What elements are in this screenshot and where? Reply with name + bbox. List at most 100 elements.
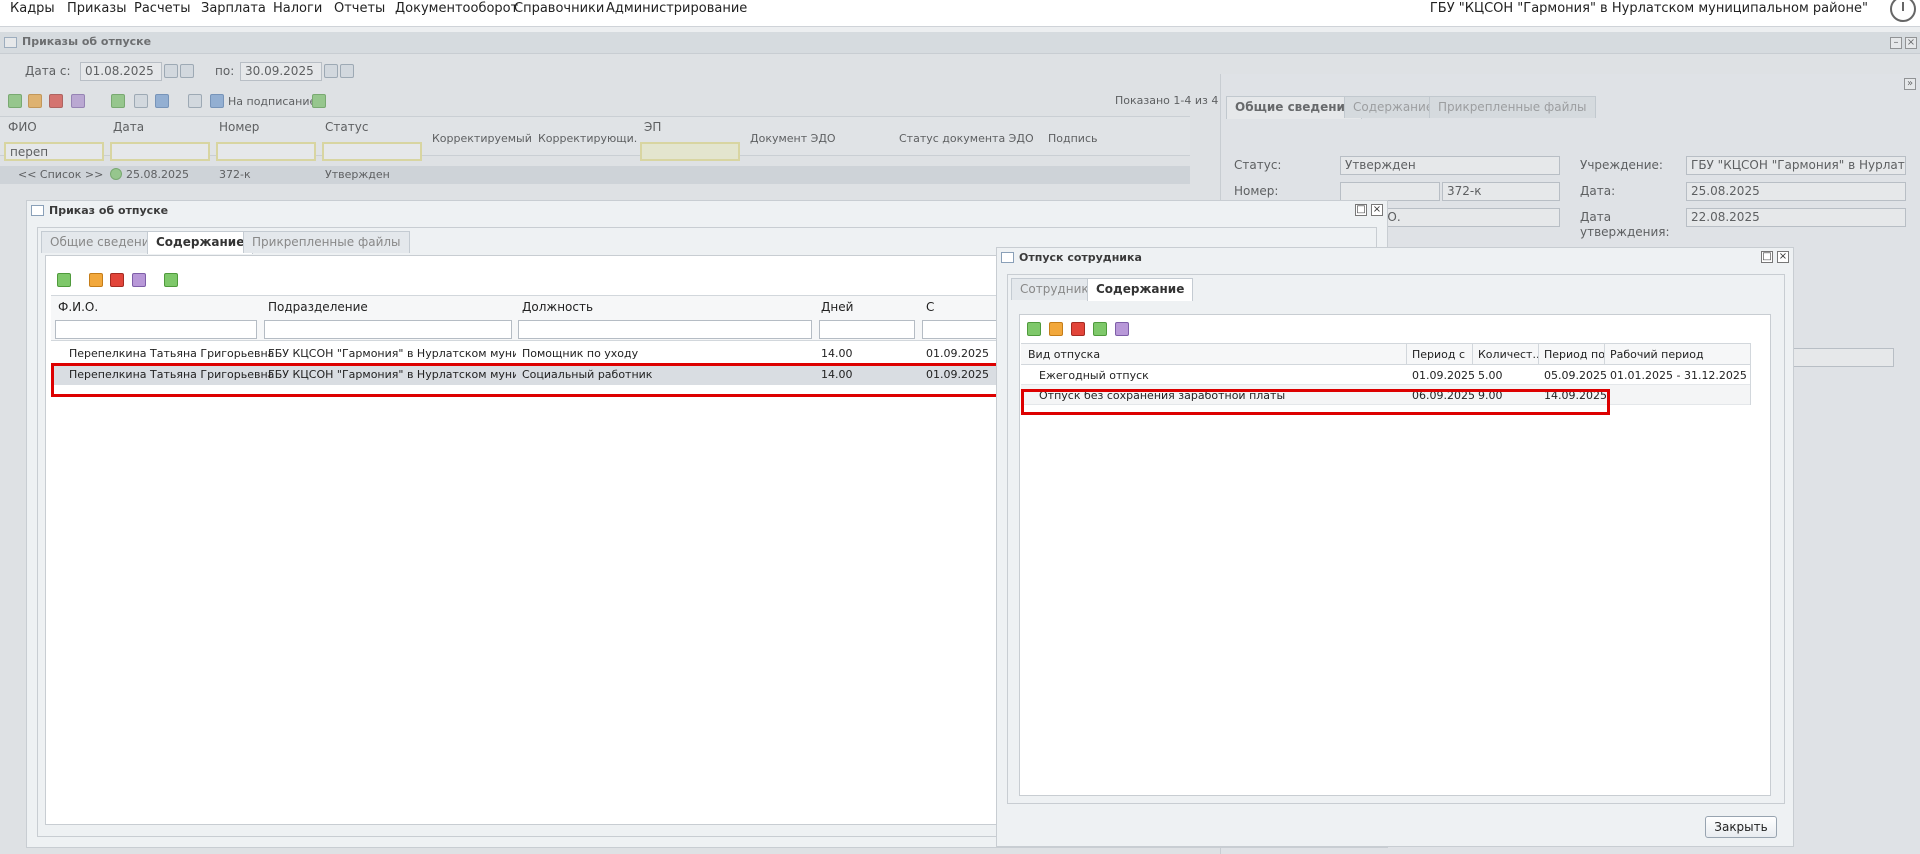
mail-icon[interactable] bbox=[134, 94, 148, 108]
calendar-icon[interactable] bbox=[164, 64, 178, 78]
close-button[interactable]: Закрыть bbox=[1705, 816, 1777, 838]
col-days[interactable]: Дней bbox=[821, 300, 853, 315]
sign-button[interactable]: На подписание bbox=[228, 94, 316, 109]
row-period-from: 06.09.2025 bbox=[1412, 389, 1475, 402]
tab-order-files[interactable]: Прикрепленные файлы bbox=[243, 231, 410, 253]
maximize-icon[interactable]: □ bbox=[1761, 251, 1773, 263]
col-edo-doc[interactable]: Документ ЭДО bbox=[750, 131, 836, 146]
row-period-to: 05.09.2025 bbox=[1544, 369, 1607, 382]
date-field: 25.08.2025 bbox=[1686, 182, 1906, 201]
close-icon[interactable]: × bbox=[1905, 37, 1917, 49]
add-icon[interactable] bbox=[57, 273, 71, 287]
fio-filter-input[interactable]: переп bbox=[4, 142, 104, 161]
fio-filter-input[interactable] bbox=[55, 320, 257, 339]
col-position[interactable]: Должность bbox=[522, 300, 593, 315]
department-filter-input[interactable] bbox=[264, 320, 512, 339]
edit-icon[interactable] bbox=[28, 94, 42, 108]
col-ep[interactable]: ЭП bbox=[644, 120, 661, 135]
date-to-field[interactable]: 30.09.2025 bbox=[240, 62, 322, 81]
menu-item-taxes[interactable]: Налоги bbox=[273, 0, 322, 17]
menu-item-references[interactable]: Справочники bbox=[514, 0, 604, 17]
row-period-to: 14.09.2025 bbox=[1544, 389, 1607, 402]
tab-detail-general[interactable]: Общие сведения bbox=[1226, 96, 1362, 119]
position-filter-input[interactable] bbox=[518, 320, 812, 339]
clock-icon[interactable] bbox=[1890, 0, 1916, 22]
date-filter-input[interactable] bbox=[110, 142, 210, 161]
col-work-period[interactable]: Рабочий период bbox=[1610, 347, 1704, 362]
settings-icon[interactable] bbox=[71, 94, 85, 108]
close-icon[interactable]: × bbox=[1371, 204, 1383, 216]
col-count[interactable]: Количест... bbox=[1478, 347, 1538, 362]
calendar-icon[interactable] bbox=[324, 64, 338, 78]
date-from-field[interactable]: 01.08.2025 bbox=[80, 62, 162, 81]
sign-icon[interactable] bbox=[210, 94, 224, 108]
menu-item-orders[interactable]: Приказы bbox=[67, 0, 126, 17]
col-corrected[interactable]: Корректируемый... bbox=[432, 131, 532, 146]
print-icon[interactable] bbox=[155, 94, 169, 108]
approve-icon[interactable] bbox=[111, 94, 125, 108]
number-filter-input[interactable] bbox=[216, 142, 316, 161]
approve-date-field: 22.08.2025 bbox=[1686, 208, 1906, 227]
col-fio[interactable]: ФИО bbox=[8, 120, 37, 135]
row-position: Помощник по уходу bbox=[522, 347, 639, 360]
edit-icon[interactable] bbox=[1049, 322, 1063, 336]
refresh-icon[interactable] bbox=[164, 273, 178, 287]
refresh-icon[interactable] bbox=[312, 94, 326, 108]
tab-order-content[interactable]: Содержание bbox=[147, 231, 254, 254]
menu-item-salary[interactable]: Зарплата bbox=[201, 0, 266, 17]
col-fio[interactable]: Ф.И.О. bbox=[58, 300, 98, 315]
edit-icon[interactable] bbox=[89, 273, 103, 287]
calendar-icon[interactable] bbox=[180, 64, 194, 78]
col-correcting[interactable]: Корректирующи... bbox=[538, 131, 638, 146]
refresh-icon[interactable] bbox=[1093, 322, 1107, 336]
col-from[interactable]: С bbox=[926, 300, 934, 315]
menu-item-admin[interactable]: Администрирование bbox=[606, 0, 747, 17]
col-date[interactable]: Дата bbox=[113, 120, 144, 135]
settings-icon[interactable] bbox=[1115, 322, 1129, 336]
minimize-icon[interactable]: – bbox=[1890, 37, 1902, 49]
menu-item-reports[interactable]: Отчеты bbox=[334, 0, 385, 17]
collapse-icon[interactable]: » bbox=[1904, 78, 1916, 90]
ep-filter-input[interactable] bbox=[640, 142, 740, 161]
add-icon[interactable] bbox=[1027, 322, 1041, 336]
menu-item-calculations[interactable]: Расчеты bbox=[134, 0, 190, 17]
tab-leave-content[interactable]: Содержание bbox=[1087, 278, 1194, 301]
detail-extra-field bbox=[1790, 348, 1894, 367]
col-period-from[interactable]: Период с bbox=[1412, 347, 1465, 362]
delete-icon[interactable] bbox=[49, 94, 63, 108]
delete-icon[interactable] bbox=[1071, 322, 1085, 336]
menu-item-docflow[interactable]: Документооборот bbox=[395, 0, 518, 17]
add-icon[interactable] bbox=[8, 94, 22, 108]
status-filter-select[interactable] bbox=[322, 142, 422, 161]
order-window-title: Приказ об отпуске bbox=[49, 204, 169, 217]
tab-detail-files[interactable]: Прикрепленные файлы bbox=[1429, 96, 1596, 118]
col-leave-type[interactable]: Вид отпуска bbox=[1028, 347, 1100, 362]
delete-icon[interactable] bbox=[110, 273, 124, 287]
col-department[interactable]: Подразделение bbox=[268, 300, 368, 315]
number-prefix-field bbox=[1340, 182, 1440, 201]
row-period-from: 01.09.2025 bbox=[1412, 369, 1475, 382]
row-department: ГБУ КЦСОН "Гармония" в Нурлатском муници… bbox=[268, 347, 516, 360]
row-from: 01.09.2025 bbox=[926, 368, 989, 381]
tab-detail-content[interactable]: Содержание bbox=[1344, 96, 1443, 118]
calendar-icon[interactable] bbox=[340, 64, 354, 78]
days-filter-input[interactable] bbox=[819, 320, 915, 339]
row-count: 5.00 bbox=[1478, 369, 1503, 382]
col-edo-status[interactable]: Статус документа ЭДО bbox=[899, 131, 1034, 146]
export-icon[interactable] bbox=[188, 94, 202, 108]
organization-name: ГБУ "КЦСОН "Гармония" в Нурлатском муниц… bbox=[1429, 1, 1868, 16]
close-icon[interactable]: × bbox=[1777, 251, 1789, 263]
date-label: Дата: bbox=[1580, 184, 1616, 198]
pager-info: Показано 1-4 из 4 bbox=[1115, 94, 1219, 107]
row-leave-type: Отпуск без сохранения заработной платы bbox=[1039, 389, 1286, 402]
col-number[interactable]: Номер bbox=[219, 120, 259, 135]
row-fio: Перепелкина Татьяна Григорьевна bbox=[69, 347, 275, 360]
maximize-icon[interactable]: □ bbox=[1355, 204, 1367, 216]
menu-item-kadry[interactable]: Кадры bbox=[10, 0, 55, 17]
col-period-to[interactable]: Период по bbox=[1544, 347, 1605, 362]
list-back-link[interactable]: << Список >> bbox=[18, 168, 103, 182]
col-signature[interactable]: Подпись bbox=[1048, 131, 1097, 146]
settings-icon[interactable] bbox=[132, 273, 146, 287]
tab-leave-employee[interactable]: Сотрудник bbox=[1011, 278, 1098, 300]
col-status[interactable]: Статус bbox=[325, 120, 368, 135]
